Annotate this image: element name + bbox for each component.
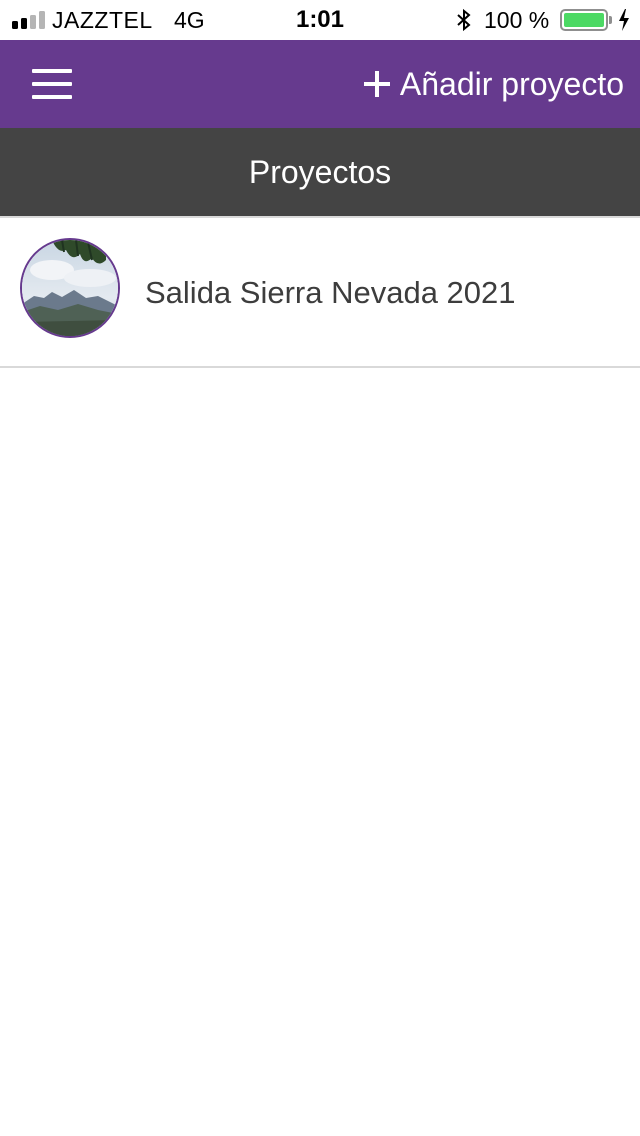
- project-name: Salida Sierra Nevada 2021: [145, 275, 516, 310]
- mountain-landscape-photo: [22, 240, 118, 336]
- page-title: Proyectos: [248, 153, 392, 190]
- add-project-label: Añadir proyecto: [399, 65, 624, 102]
- status-bar: JAZZTEL 4G 1:01 100 %: [0, 0, 640, 40]
- section-header: Proyectos: [0, 128, 640, 216]
- add-project-button[interactable]: Añadir proyecto: [363, 60, 624, 108]
- charging-icon: [619, 9, 629, 31]
- list-item[interactable]: Salida Sierra Nevada 2021: [0, 218, 640, 368]
- plus-icon: [363, 71, 390, 97]
- hamburger-menu-icon[interactable]: [22, 60, 82, 108]
- battery-percentage: 100 %: [484, 7, 550, 33]
- project-list: Salida Sierra Nevada 2021: [0, 216, 640, 368]
- battery-level: [564, 13, 604, 27]
- battery-nub: [609, 16, 612, 24]
- app-bar: Añadir proyecto: [0, 40, 640, 128]
- bluetooth-icon: [457, 8, 471, 32]
- project-thumbnail: [20, 238, 120, 338]
- battery-icon: [560, 9, 608, 31]
